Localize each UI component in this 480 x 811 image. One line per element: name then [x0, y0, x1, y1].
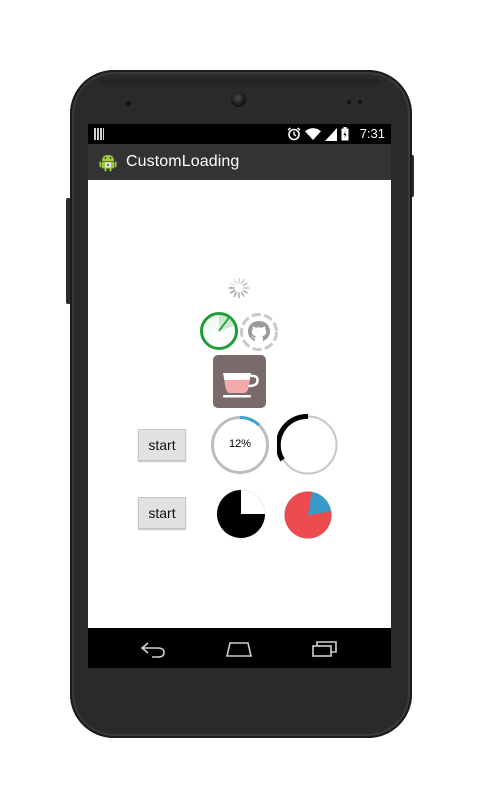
sensor-dot — [347, 100, 351, 104]
red-pie-progress — [284, 491, 332, 539]
percent-label: 12% — [228, 438, 252, 450]
back-icon[interactable] — [138, 638, 168, 658]
content-area: start 12% start — [88, 180, 391, 628]
green-circle-progress — [200, 312, 238, 350]
action-bar: CustomLoading — [88, 144, 391, 180]
status-time: 7:31 — [359, 126, 385, 141]
speaker-grille — [100, 79, 380, 85]
device-screen: 7:31 CustomLoading start 12% start — [88, 124, 391, 668]
status-icons — [287, 127, 349, 141]
front-camera — [231, 92, 246, 107]
wifi-icon — [305, 127, 321, 140]
navigation-bar — [88, 628, 391, 668]
app-title: CustomLoading — [126, 153, 240, 170]
signal-icon — [325, 127, 337, 141]
start-button-percent[interactable]: start — [138, 429, 186, 461]
github-octocat-icon — [240, 313, 278, 351]
battery-icon — [341, 127, 349, 141]
arc-ring-progress — [277, 414, 338, 475]
notification-icon — [94, 128, 104, 140]
sensor-dot — [126, 101, 131, 106]
start-button-pie[interactable]: start — [138, 497, 186, 529]
home-icon[interactable] — [224, 638, 254, 658]
sensor-dot — [358, 100, 362, 104]
black-pie-progress — [216, 489, 266, 539]
spinner-icon — [228, 277, 250, 299]
android-app-icon — [99, 155, 117, 172]
alarm-icon — [287, 127, 301, 141]
recents-icon[interactable] — [309, 638, 339, 658]
coffee-cup-icon — [213, 355, 266, 408]
status-bar: 7:31 — [88, 124, 391, 144]
